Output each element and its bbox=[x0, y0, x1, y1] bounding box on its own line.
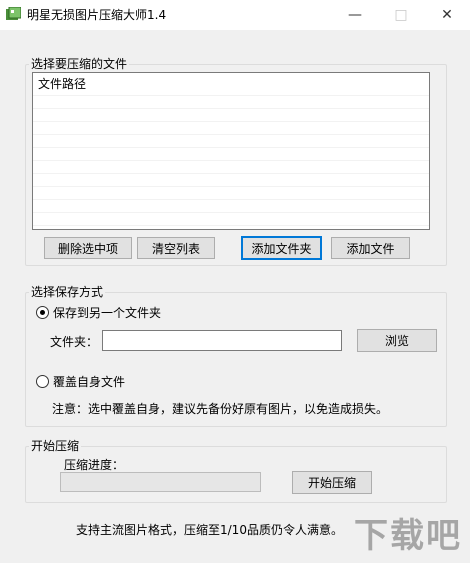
window-title: 明星无损图片压缩大师1.4 bbox=[27, 8, 167, 22]
watermark: 下载吧 bbox=[354, 508, 462, 557]
footer-tagline: 支持主流图片格式，压缩至1/10品质仍令人满意。 bbox=[76, 523, 343, 537]
close-button[interactable]: ✕ bbox=[424, 0, 470, 30]
delete-selected-button[interactable]: 删除选中项 bbox=[44, 237, 132, 259]
start-compress-button[interactable]: 开始压缩 bbox=[292, 471, 372, 494]
add-files-button[interactable]: 添加文件 bbox=[331, 237, 410, 259]
overwrite-note: 注意：选中覆盖自身，建议先备份好原有图片，以免造成损失。 bbox=[52, 402, 389, 416]
watermark-text: 下载吧 bbox=[354, 516, 462, 556]
minimize-icon: — bbox=[348, 7, 362, 23]
add-folder-button[interactable]: 添加文件夹 bbox=[241, 236, 322, 260]
file-list-header: 文件路径 bbox=[38, 77, 87, 91]
list-row bbox=[33, 212, 429, 225]
browse-button[interactable]: 浏览 bbox=[357, 329, 437, 352]
list-row bbox=[33, 134, 429, 147]
list-row bbox=[33, 95, 429, 108]
folder-label: 文件夹： bbox=[50, 335, 99, 349]
maximize-icon: □ bbox=[394, 7, 408, 23]
save-to-other-folder-label[interactable]: 保存到另一个文件夹 bbox=[53, 304, 161, 321]
list-row bbox=[33, 173, 429, 186]
list-row bbox=[33, 186, 429, 199]
maximize-button: □ bbox=[378, 0, 424, 30]
files-group-label: 选择要压缩的文件 bbox=[29, 55, 130, 72]
overwrite-self-radio[interactable] bbox=[36, 375, 49, 388]
file-list[interactable]: 文件路径 bbox=[32, 72, 430, 230]
list-row bbox=[33, 147, 429, 160]
list-row bbox=[33, 121, 429, 134]
title-bar[interactable]: 明星无损图片压缩大师1.4 — □ ✕ bbox=[0, 0, 470, 30]
compress-group-label: 开始压缩 bbox=[29, 437, 82, 454]
folder-path-input[interactable] bbox=[102, 330, 342, 351]
list-row bbox=[33, 225, 429, 229]
app-icon bbox=[6, 7, 21, 20]
minimize-button[interactable]: — bbox=[332, 0, 378, 30]
overwrite-self-label[interactable]: 覆盖自身文件 bbox=[53, 373, 125, 390]
clear-list-button[interactable]: 清空列表 bbox=[137, 237, 215, 259]
save-to-other-folder-radio[interactable] bbox=[36, 306, 49, 319]
progress-label: 压缩进度： bbox=[64, 458, 125, 472]
list-row bbox=[33, 160, 429, 173]
radio-selected-dot bbox=[40, 310, 45, 315]
save-mode-group-label: 选择保存方式 bbox=[29, 283, 106, 300]
list-row bbox=[33, 108, 429, 121]
close-icon: ✕ bbox=[441, 7, 453, 23]
list-row bbox=[33, 199, 429, 212]
compress-progress-bar bbox=[60, 472, 261, 492]
